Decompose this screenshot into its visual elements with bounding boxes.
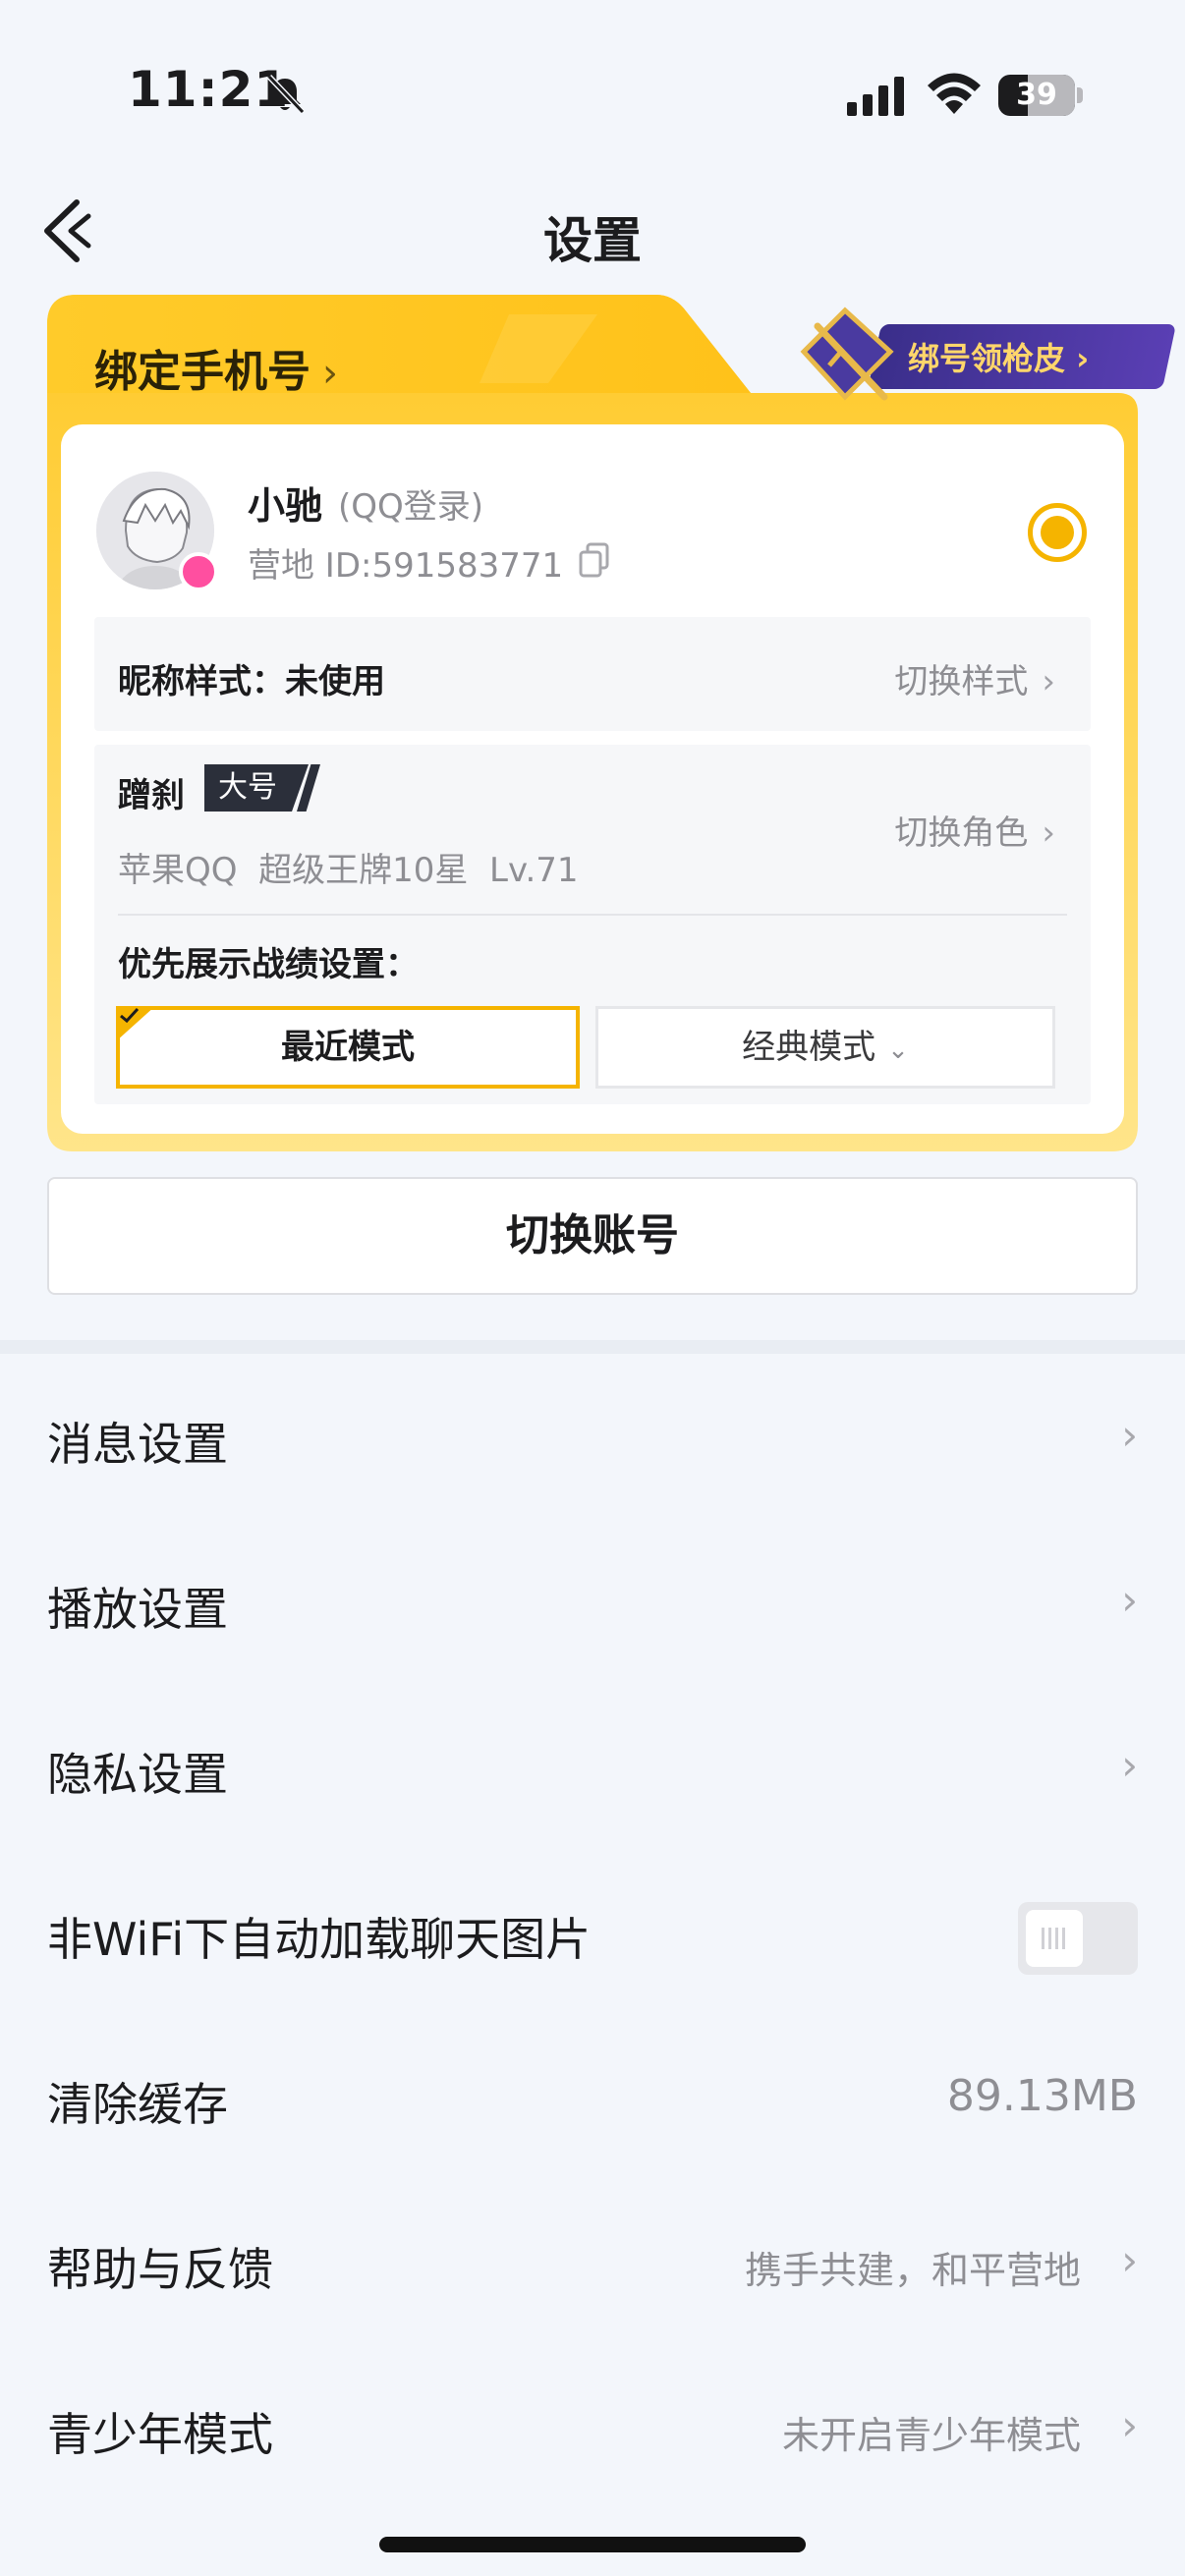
classic-mode-label: 经典模式 xyxy=(742,1028,876,1067)
setting-label: 帮助与反馈 xyxy=(47,2243,273,2296)
chevron-right-icon: › xyxy=(1042,813,1055,853)
nickname-style-label: 昵称样式：未使用 xyxy=(118,662,385,701)
chevron-right-icon: › xyxy=(1042,662,1055,701)
role-detail: 苹果QQ 超级王牌10星 Lv.71 xyxy=(118,851,579,890)
setting-label: 消息设置 xyxy=(47,1418,228,1471)
bind-phone-link[interactable]: 绑定手机号 › xyxy=(94,336,338,399)
account-info-panel: 小驰 (QQ登录) 营地 ID:591583771 昵称样式：未使用 切换样式 ›… xyxy=(61,424,1124,1134)
switch-style-button[interactable]: 切换样式 › xyxy=(894,654,1055,702)
setting-row-teen-mode[interactable]: 青少年模式 未开启青少年模式 › xyxy=(0,2344,1185,2509)
chevron-right-icon: › xyxy=(1121,1576,1138,1624)
chevron-right-icon: › xyxy=(1121,2236,1138,2284)
wifi-icon xyxy=(928,73,981,114)
user-name: 小驰 xyxy=(248,484,323,528)
promo-label: 绑号领枪皮 › xyxy=(908,340,1090,377)
setting-row-privacy[interactable]: 隐私设置 › xyxy=(0,1684,1185,1849)
battery-body: 39 xyxy=(998,75,1075,116)
copy-icon[interactable] xyxy=(578,542,611,578)
switch-role-button[interactable]: 切换角色 › xyxy=(894,806,1055,854)
login-type: (QQ登录) xyxy=(338,487,484,527)
bind-reward-promo[interactable]: 绑号领枪皮 › xyxy=(796,303,1177,401)
setting-label: 播放设置 xyxy=(47,1583,228,1636)
battery-cap xyxy=(1077,87,1083,103)
setting-row-help-feedback[interactable]: 帮助与反馈 携手共建，和平营地 › xyxy=(0,2179,1185,2344)
setting-label: 青少年模式 xyxy=(47,2408,273,2461)
status-bar: 11:21 39 xyxy=(0,0,1185,187)
setting-row-playback[interactable]: 播放设置 › xyxy=(0,1519,1185,1684)
classic-mode-dropdown[interactable]: 经典模式 ⌄ xyxy=(595,1006,1055,1089)
battery-level-text: 39 xyxy=(1016,78,1057,112)
selected-corner-mark xyxy=(116,1006,155,1041)
check-icon xyxy=(120,1007,140,1024)
bind-phone-label: 绑定手机号 xyxy=(94,347,310,397)
setting-row-message[interactable]: 消息设置 › xyxy=(0,1354,1185,1519)
switch-role-label: 切换角色 xyxy=(894,813,1029,853)
switch-style-label: 切换样式 xyxy=(894,662,1029,701)
recent-mode-label: 最近模式 xyxy=(281,1028,415,1067)
switch-account-button[interactable]: 切换账号 xyxy=(47,1177,1138,1295)
chevron-right-icon: › xyxy=(1121,2401,1138,2449)
role-name: 蹭刹 xyxy=(118,776,185,815)
cellular-signal-icon xyxy=(847,77,904,116)
recent-mode-option[interactable]: 最近模式 xyxy=(116,1006,580,1089)
chevron-right-icon: › xyxy=(1121,1741,1138,1789)
chevron-right-icon: › xyxy=(322,351,338,396)
nickname-style-row[interactable]: 昵称样式：未使用 切换样式 › xyxy=(94,617,1091,731)
divider xyxy=(118,914,1067,916)
account-card: 绑定手机号 › 绑号领枪皮 › 小驰 (QQ登录) 营地 ID:591583771 xyxy=(47,295,1177,1151)
gender-female-badge-icon xyxy=(179,552,218,591)
setting-row-auto-load-images: 非WiFi下自动加载聊天图片 xyxy=(0,1849,1185,2014)
priority-display-label: 优先展示战绩设置： xyxy=(118,945,419,984)
main-account-tag: 大号 xyxy=(204,764,309,812)
setting-label: 清除缓存 xyxy=(47,2078,228,2131)
home-indicator xyxy=(379,2537,806,2552)
chevron-right-icon: › xyxy=(1121,1411,1138,1459)
auto-load-images-toggle[interactable] xyxy=(1018,1902,1138,1975)
setting-value: 未开启青少年模式 xyxy=(781,2414,1081,2457)
chevron-down-icon: ⌄ xyxy=(887,1036,909,1065)
account-selected-radio[interactable] xyxy=(1028,503,1087,562)
battery-icon: 39 xyxy=(998,75,1083,116)
game-role-block: 蹭刹 大号 苹果QQ 超级王牌10星 Lv.71 切换角色 › 优先展示战绩设置：… xyxy=(94,745,1091,1104)
setting-label: 隐私设置 xyxy=(47,1748,228,1801)
camp-id: 营地 ID:591583771 xyxy=(248,546,564,586)
setting-label: 非WiFi下自动加载聊天图片 xyxy=(47,1913,592,1966)
bell-slash-icon xyxy=(266,74,306,115)
gun-skin-icon xyxy=(800,307,894,401)
setting-value: 携手共建，和平营地 xyxy=(744,2249,1081,2292)
cache-size: 89.13MB xyxy=(946,2071,1138,2121)
page-title: 设置 xyxy=(543,212,642,269)
section-separator xyxy=(0,1340,1185,1354)
toggle-knob xyxy=(1026,1910,1083,1967)
setting-row-clear-cache[interactable]: 清除缓存 89.13MB xyxy=(0,2014,1185,2179)
